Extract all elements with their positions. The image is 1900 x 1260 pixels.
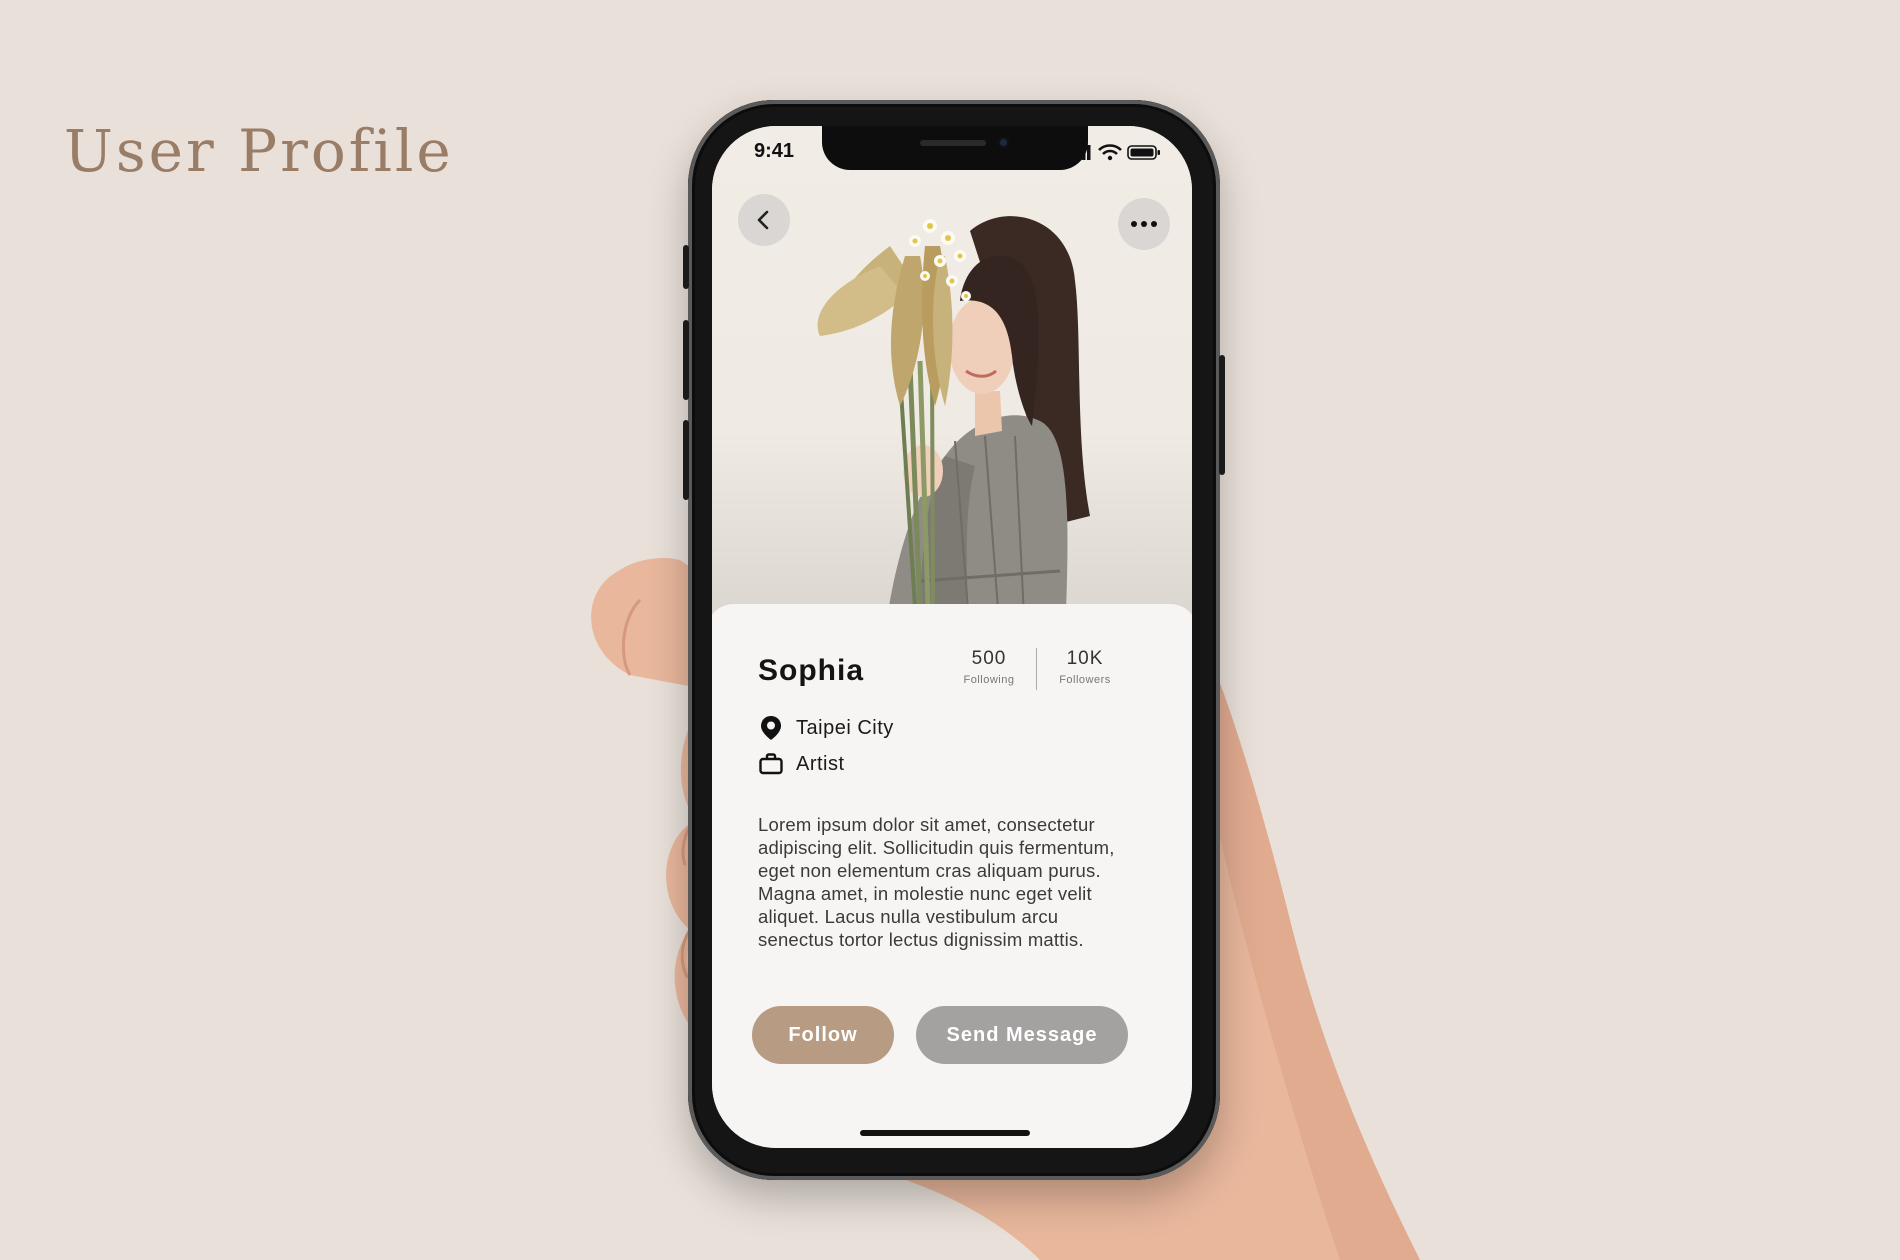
wifi-icon bbox=[1098, 144, 1122, 161]
mute-switch bbox=[683, 245, 689, 289]
camera-notch bbox=[822, 126, 1088, 170]
phone-screen: 9:41 Sophia 500 Following 10K Followers … bbox=[712, 126, 1192, 1148]
following-stat[interactable]: 500 Following bbox=[944, 648, 1034, 686]
home-indicator[interactable] bbox=[860, 1130, 1030, 1136]
map-pin-icon bbox=[758, 715, 784, 741]
profile-hero: 9:41 bbox=[712, 126, 1192, 636]
occupation-row: Artist bbox=[758, 750, 845, 778]
page-title: User Profile bbox=[64, 116, 454, 185]
following-count: 500 bbox=[971, 648, 1007, 669]
followers-label: Followers bbox=[1059, 674, 1111, 686]
send-message-button[interactable]: Send Message bbox=[916, 1006, 1128, 1064]
followers-count: 10K bbox=[1066, 648, 1104, 669]
volume-up-button bbox=[683, 320, 689, 400]
back-button[interactable] bbox=[738, 194, 790, 246]
power-button bbox=[1219, 355, 1225, 475]
following-label: Following bbox=[963, 674, 1015, 686]
profile-photo bbox=[817, 216, 1090, 636]
follow-button[interactable]: Follow bbox=[752, 1006, 894, 1064]
volume-down-button bbox=[683, 420, 689, 500]
profile-name: Sophia bbox=[758, 654, 865, 687]
location-row: Taipei City bbox=[758, 714, 894, 742]
more-options-button[interactable] bbox=[1118, 198, 1170, 250]
chevron-left-icon bbox=[757, 210, 769, 230]
status-time: 9:41 bbox=[754, 140, 795, 162]
followers-stat[interactable]: 10K Followers bbox=[1040, 648, 1130, 686]
more-horizontal-icon bbox=[1131, 221, 1157, 227]
battery-icon bbox=[1127, 145, 1160, 160]
speaker-grille bbox=[920, 140, 986, 146]
location-text: Taipei City bbox=[796, 716, 894, 739]
stat-divider bbox=[1036, 648, 1037, 690]
occupation-text: Artist bbox=[796, 752, 845, 775]
front-camera bbox=[998, 137, 1009, 148]
briefcase-icon bbox=[758, 751, 784, 777]
profile-card: Sophia 500 Following 10K Followers Taipe… bbox=[712, 604, 1192, 1148]
profile-bio: Lorem ipsum dolor sit amet, consectetur … bbox=[758, 813, 1115, 950]
